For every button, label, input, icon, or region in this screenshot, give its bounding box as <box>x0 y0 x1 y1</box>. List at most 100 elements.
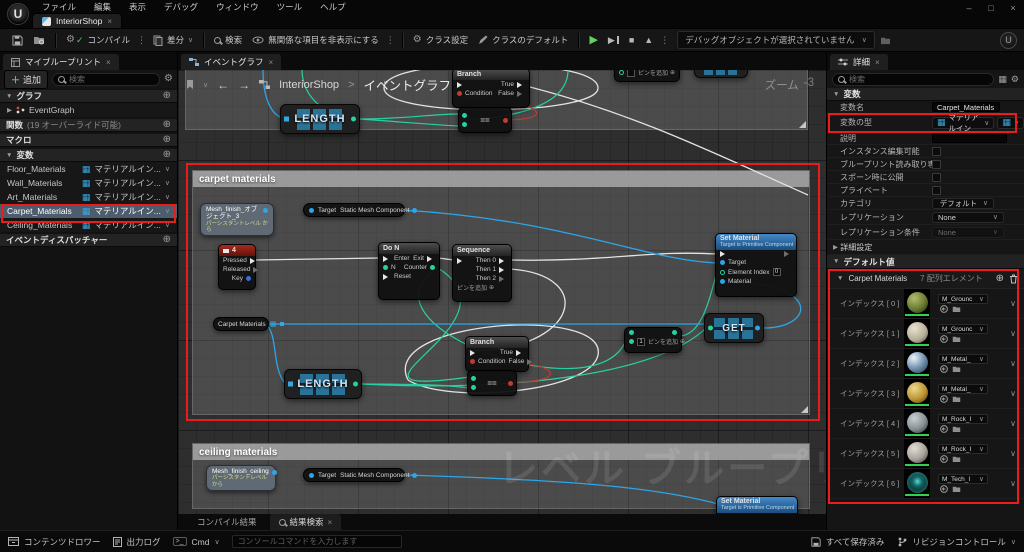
input-b-pin[interactable] <box>471 385 476 390</box>
sidebar-settings-icon[interactable]: ⚙ <box>164 74 173 84</box>
debug-object-dropdown[interactable]: デバッグオブジェクトが選択されていません ∨ <box>677 31 875 49</box>
material-dropdown[interactable]: M_Rock_I∨ <box>938 414 988 424</box>
eject-button[interactable]: ▲ <box>639 33 658 48</box>
condition-pin[interactable] <box>470 359 475 364</box>
target-pin[interactable] <box>309 208 314 213</box>
play-options-icon[interactable]: ⋮ <box>660 35 669 46</box>
tab-find-results[interactable]: 結果検索× <box>270 514 342 530</box>
addend-value[interactable]: 1 <box>637 338 645 346</box>
close-icon[interactable]: × <box>269 58 274 67</box>
asset-tab-close-icon[interactable]: × <box>107 17 112 26</box>
input-a-pin[interactable] <box>462 113 467 118</box>
exec-in-pin[interactable] <box>457 82 465 88</box>
asset-tab-interiorshop[interactable]: InteriorShop × <box>32 13 122 28</box>
expand-element-icon[interactable]: ∨ <box>1010 479 1016 488</box>
section-graphs[interactable]: ▼グラフ⊕ <box>0 90 177 103</box>
then2-pin[interactable] <box>499 276 507 282</box>
sidebar-search[interactable] <box>52 73 160 86</box>
bookmark-icon[interactable] <box>186 80 194 90</box>
expand-element-icon[interactable]: ∨ <box>1010 389 1016 398</box>
variable-row-wall-materials[interactable]: Wall_Materials▦マテリアルイン...∨ <box>0 176 177 190</box>
menu-view[interactable]: 表示 <box>120 1 155 13</box>
sidebar-search-input[interactable] <box>69 75 154 84</box>
browse-icon[interactable] <box>952 305 961 313</box>
stop-button[interactable]: ■ <box>624 33 639 48</box>
false-out-pin[interactable] <box>527 359 535 365</box>
condition-pin[interactable] <box>457 91 462 96</box>
target-pin[interactable] <box>720 260 725 265</box>
node-set-material-ceiling[interactable]: Set MaterialTarget is Primitive Componen… <box>716 496 798 514</box>
browse-icon[interactable] <box>952 365 961 373</box>
array-input-pin[interactable] <box>288 382 293 387</box>
resize-grip[interactable] <box>801 406 808 413</box>
material-thumbnail[interactable] <box>904 379 930 408</box>
details-search-input[interactable] <box>849 75 988 84</box>
display-filter-icon[interactable]: ▦ <box>998 74 1007 85</box>
class-defaults-button[interactable]: クラスのデフォルト <box>473 31 573 49</box>
variable-row-floor-materials[interactable]: Floor_Materials▦マテリアルイン...∨ <box>0 162 177 176</box>
tab-compile-results[interactable]: コンパイル結果 <box>188 514 266 530</box>
add-function-icon[interactable]: ⊕ <box>163 120 171 130</box>
menu-tools[interactable]: ツール <box>268 1 312 13</box>
node-array-length-top[interactable]: LENGTH <box>280 104 360 134</box>
exec-out-pin[interactable] <box>784 251 792 257</box>
input-a-pin[interactable] <box>629 330 634 335</box>
content-drawer-button[interactable]: コンテンツドロワー <box>8 536 101 548</box>
comment-title[interactable]: carpet materials <box>193 171 809 187</box>
node-mesh-finish-obj3[interactable]: Mesh_finish_オブジェクト_3 パーシスタントレベル から <box>200 203 274 236</box>
use-selected-icon[interactable] <box>940 305 948 313</box>
exit-pin[interactable] <box>427 256 435 262</box>
exec-in-pin[interactable] <box>457 258 465 264</box>
diff-button[interactable]: 差分 ∨ <box>148 31 198 49</box>
tab-my-blueprint[interactable]: マイブループリント × <box>3 54 119 70</box>
object-output-pin[interactable] <box>263 208 268 213</box>
array-header-row[interactable]: ▼ Carpet Materials 7 配列エレメント ⊕ <box>827 269 1024 289</box>
array-output-pin[interactable] <box>280 322 284 326</box>
int-output-pin[interactable] <box>351 117 356 122</box>
node-do-n[interactable]: Do N EnterExit NCounter Reset <box>378 242 440 300</box>
then1-pin[interactable] <box>499 267 507 273</box>
enter-pin[interactable] <box>383 256 391 262</box>
material-thumbnail[interactable] <box>904 469 930 498</box>
section-event-dispatchers[interactable]: イベントディスパッチャー⊕ <box>0 234 177 247</box>
variable-name-field[interactable]: Carpet_Materials <box>932 102 1000 112</box>
material-thumbnail[interactable] <box>904 349 930 378</box>
node-branch-2[interactable]: Branch True ConditionFalse <box>465 336 529 372</box>
menu-debug[interactable]: デバッグ <box>155 1 207 13</box>
details-settings-icon[interactable]: ⚙ <box>1011 74 1019 85</box>
material-pin[interactable] <box>720 279 725 284</box>
use-selected-icon[interactable] <box>940 485 948 493</box>
console-command-field[interactable] <box>232 535 402 548</box>
key-pin[interactable] <box>246 276 251 281</box>
node-static-mesh-component-2[interactable]: Target Static Mesh Component <box>303 468 405 482</box>
browse-icon[interactable] <box>952 425 961 433</box>
play-button[interactable]: ▶ <box>584 32 602 49</box>
minimize-button[interactable]: – <box>958 0 980 16</box>
material-thumbnail[interactable] <box>904 319 930 348</box>
false-out-pin[interactable] <box>517 91 525 97</box>
chevron-down-icon[interactable]: ∨ <box>203 81 208 89</box>
section-functions[interactable]: 関数(19 オーバーライド可能)⊕ <box>0 119 177 132</box>
expand-element-icon[interactable]: ∨ <box>1010 419 1016 428</box>
true-out-pin[interactable] <box>517 82 525 88</box>
material-thumbnail[interactable] <box>904 289 930 318</box>
section-macros[interactable]: マクロ⊕ <box>0 134 177 147</box>
toolbar-badge-icon[interactable]: U <box>1000 32 1017 49</box>
node-static-mesh-component-1[interactable]: Target Static Mesh Component <box>303 203 405 217</box>
node-carpet-materials-getter[interactable]: Carpet Materials ▦ <box>213 317 269 331</box>
expand-element-icon[interactable]: ∨ <box>1010 299 1016 308</box>
node-set-material[interactable]: Set MaterialTarget is Primitive Componen… <box>715 233 797 297</box>
variable-row-art-materials[interactable]: Art_Materials▦マテリアルイン...∨ <box>0 190 177 204</box>
input-a-pin[interactable] <box>471 376 476 381</box>
browse-icon[interactable] <box>952 335 961 343</box>
released-pin[interactable] <box>253 267 261 273</box>
exec-in-pin[interactable] <box>470 350 478 356</box>
compile-options-icon[interactable]: ⋮ <box>137 35 146 46</box>
private-checkbox[interactable] <box>932 186 941 195</box>
browse-icon[interactable] <box>952 455 961 463</box>
material-dropdown[interactable]: M_Metal_∨ <box>938 354 988 364</box>
add-button[interactable]: ＋追加 <box>4 70 48 89</box>
output-pin[interactable] <box>412 473 417 478</box>
material-thumbnail[interactable] <box>904 409 930 438</box>
n-pin[interactable] <box>383 265 388 270</box>
